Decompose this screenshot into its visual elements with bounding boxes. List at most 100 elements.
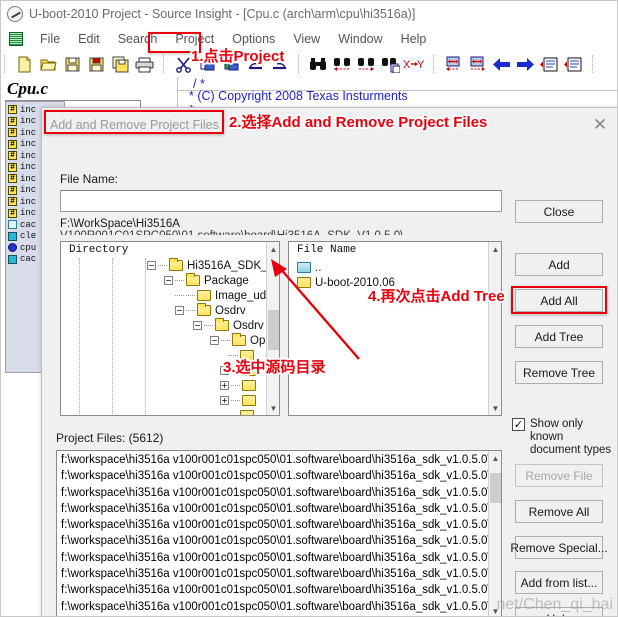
search-forward-icon[interactable]	[355, 53, 377, 75]
toolbar-separator-4	[592, 55, 593, 73]
checkbox-check-icon[interactable]: ✓	[512, 418, 525, 431]
search-binoculars-icon[interactable]	[307, 53, 329, 75]
scrollbar-thumb[interactable]	[268, 310, 279, 350]
save-all-icon[interactable]	[109, 53, 131, 75]
print-icon[interactable]	[133, 53, 155, 75]
table-row[interactable]: f:\workspace\hi3516a v100r001c01spc050\0…	[57, 468, 501, 484]
toolbar-group-search: XY	[302, 52, 430, 76]
show-only-known-types-checkbox[interactable]: ✓ Show only known document types	[512, 418, 612, 457]
file-name-list-header: File Name	[289, 242, 501, 258]
replace-xy-icon[interactable]: XY	[403, 53, 425, 75]
add-tree-button[interactable]: Add Tree	[515, 325, 603, 348]
file-name-listbox[interactable]: File Name .. U-boot-2010.06 ▲ ▼	[288, 241, 502, 416]
menu-item-help[interactable]: Help	[392, 31, 436, 47]
tree-node[interactable]: − Hi3516A_SDK_V	[63, 258, 279, 273]
remove-special-button[interactable]: Remove Special...	[510, 536, 608, 559]
function-symbol-icon	[8, 231, 17, 241]
save-query-icon[interactable]	[85, 53, 107, 75]
chevron-up-icon[interactable]: ▲	[489, 242, 501, 256]
collapse-minus-icon[interactable]: −	[164, 276, 173, 285]
table-row[interactable]: f:\workspace\hi3516a v100r001c01spc050\0…	[57, 452, 501, 468]
close-icon[interactable]: ✕	[590, 115, 610, 135]
tree-dash	[231, 400, 240, 401]
tree-node[interactable]: +	[63, 378, 279, 393]
project-files-listbox[interactable]: f:\workspace\hi3516a v100r001c01spc050\0…	[56, 450, 502, 616]
chevron-up-icon[interactable]: ▲	[267, 242, 279, 256]
annotation-step-4: 4.再次点击Add Tree	[368, 288, 505, 305]
table-row[interactable]: f:\workspace\hi3516a v100r001c01spc050\0…	[57, 485, 501, 501]
close-button[interactable]: Close	[515, 200, 603, 223]
collapse-minus-icon[interactable]: −	[147, 261, 156, 270]
context-window-icon[interactable]	[562, 53, 584, 75]
tree-node[interactable]: − Osdrv	[63, 303, 279, 318]
tree-node[interactable]: − Package	[63, 273, 279, 288]
jump-forward-marker-icon[interactable]	[466, 53, 488, 75]
add-from-list-button[interactable]: Add from list...	[515, 571, 603, 594]
chevron-down-icon[interactable]: ▼	[267, 401, 279, 415]
jump-back-marker-icon[interactable]	[442, 53, 464, 75]
directory-scrollbar[interactable]: ▲ ▼	[266, 242, 279, 415]
file-name-input[interactable]	[60, 190, 502, 212]
table-row[interactable]: f:\workspace\hi3516a v100r001c01spc050\0…	[57, 566, 501, 582]
collapse-minus-icon[interactable]: −	[210, 336, 219, 345]
hash-include-icon: #	[8, 162, 17, 172]
document-grid-icon	[9, 32, 23, 46]
tree-dash	[158, 265, 167, 266]
menu-item-view[interactable]: View	[284, 31, 329, 47]
menu-item-window[interactable]: Window	[329, 31, 391, 47]
menu-item-file[interactable]: File	[31, 31, 69, 47]
hash-include-icon: #	[8, 151, 17, 161]
table-row[interactable]: f:\workspace\hi3516a v100r001c01spc050\0…	[57, 550, 501, 566]
list-item[interactable]: ..	[297, 260, 501, 275]
collapse-minus-icon[interactable]: −	[193, 321, 202, 330]
expand-plus-icon[interactable]: +	[220, 396, 229, 405]
menubar: File Edit Search Project Options View Wi…	[1, 27, 617, 51]
hash-include-icon: #	[8, 197, 17, 207]
expand-plus-icon[interactable]: +	[220, 381, 229, 390]
folder-icon	[197, 290, 211, 301]
editor-file-label: Cpu.c	[7, 79, 49, 98]
remove-file-button[interactable]: Remove File	[515, 464, 603, 487]
table-row[interactable]: f:\workspace\hi3516a v100r001c01spc050\0…	[57, 517, 501, 533]
project-files-scrollbar[interactable]: ▲ ▼	[488, 451, 501, 616]
toolbar-group-nav	[437, 52, 589, 76]
search-files-icon[interactable]	[379, 53, 401, 75]
tree-node[interactable]: +	[63, 393, 279, 408]
window-title: U-boot-2010 Project - Source Insight - […	[29, 7, 416, 21]
folder-icon	[197, 303, 211, 316]
tree-node-label: Op	[250, 334, 266, 347]
project-files-label: Project Files: (5612)	[56, 431, 164, 445]
file-name-label: File Name:	[60, 172, 119, 186]
add-button[interactable]: Add	[515, 253, 603, 276]
remove-tree-button[interactable]: Remove Tree	[515, 361, 603, 384]
tree-node[interactable]	[63, 408, 279, 415]
scrollbar-thumb[interactable]	[490, 473, 501, 503]
search-backward-icon[interactable]	[331, 53, 353, 75]
file-name-scrollbar[interactable]: ▲ ▼	[488, 242, 501, 415]
table-row[interactable]: f:\workspace\hi3516a v100r001c01spc050\0…	[57, 582, 501, 598]
symbol-window-icon[interactable]	[538, 53, 560, 75]
table-row[interactable]: f:\workspace\hi3516a v100r001c01spc050\0…	[57, 599, 501, 615]
tree-node[interactable]: − Op	[63, 333, 279, 348]
back-arrow-icon[interactable]	[490, 53, 512, 75]
chevron-up-icon[interactable]: ▲	[489, 451, 501, 465]
remove-all-button[interactable]: Remove All	[515, 500, 603, 523]
toolbar-grip	[4, 55, 5, 73]
chevron-down-icon[interactable]: ▼	[489, 401, 501, 415]
forward-arrow-icon[interactable]	[514, 53, 536, 75]
open-folder-icon[interactable]	[37, 53, 59, 75]
menu-item-edit[interactable]: Edit	[69, 31, 109, 47]
new-file-icon[interactable]	[13, 53, 35, 75]
directory-listbox[interactable]: Directory − Hi3516A_SDK_V − Package Imag…	[60, 241, 280, 416]
tree-dash	[204, 325, 213, 326]
parent-folder-icon	[297, 262, 311, 273]
save-icon[interactable]	[61, 53, 83, 75]
toolbar-group-file	[8, 52, 160, 76]
collapse-minus-icon[interactable]: −	[175, 306, 184, 315]
table-row[interactable]: f:\workspace\hi3516a v100r001c01spc050\0…	[57, 533, 501, 549]
table-row[interactable]: f:\workspace\hi3516a v100r001c01spc050\0…	[57, 501, 501, 517]
tree-node[interactable]: Image_ud	[63, 288, 279, 303]
directory-list-header: Directory	[61, 242, 279, 258]
tree-node[interactable]: − Osdrv	[63, 318, 279, 333]
tree-node-label: Osdrv	[233, 319, 264, 332]
